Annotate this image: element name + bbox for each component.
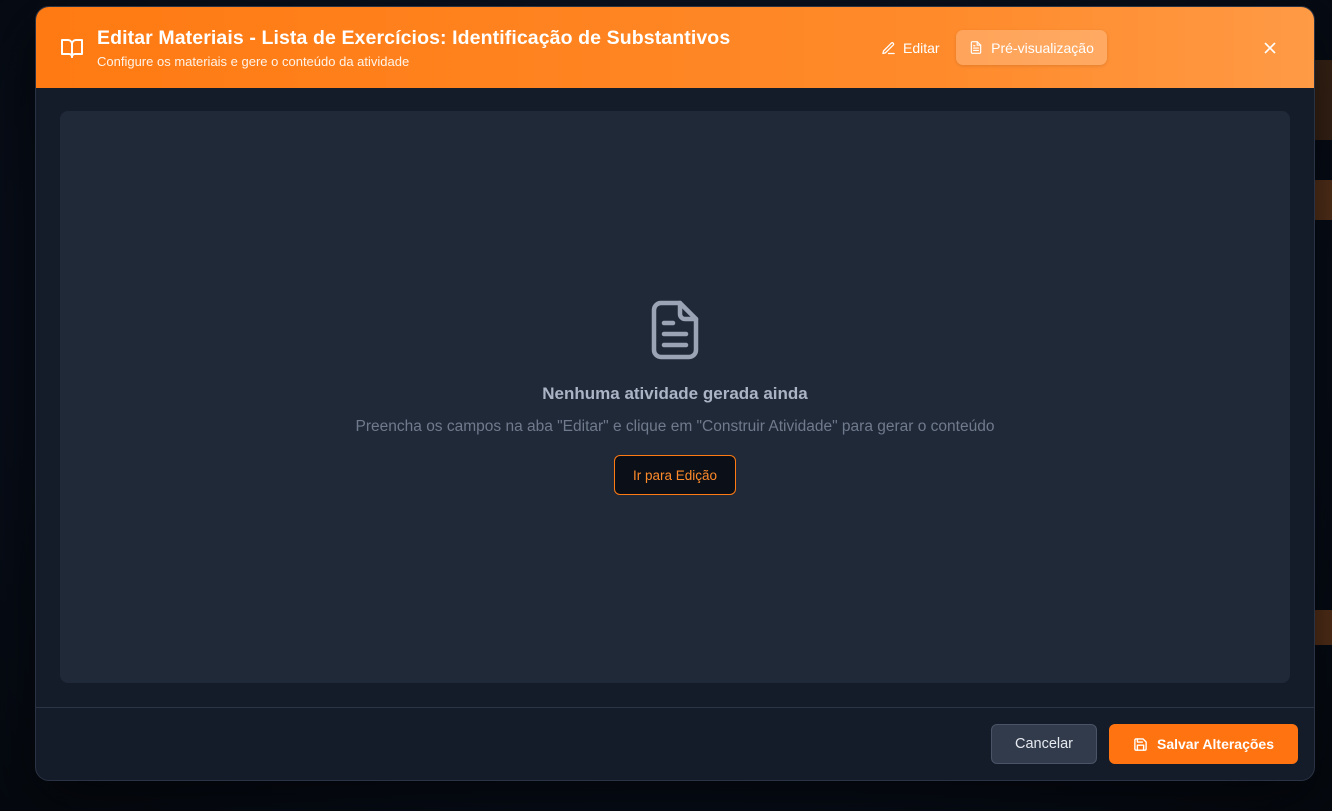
close-button[interactable] <box>1258 36 1282 60</box>
file-text-icon <box>647 298 703 362</box>
modal-subtitle: Configure os materiais e gere o conteúdo… <box>97 54 410 69</box>
tab-edit[interactable]: Editar <box>871 31 950 65</box>
background-element <box>1312 60 1332 140</box>
tab-edit-label: Editar <box>903 40 940 56</box>
background-element <box>1312 610 1332 645</box>
edit-materials-modal: Editar Materiais - Lista de Exercícios: … <box>35 6 1315 781</box>
file-text-icon <box>969 40 983 55</box>
cancel-button[interactable]: Cancelar <box>991 724 1097 764</box>
tab-preview-label: Pré-visualização <box>991 39 1094 56</box>
empty-state-description: Preencha os campos na aba "Editar" e cli… <box>355 418 995 435</box>
background-element <box>1312 180 1332 220</box>
footer-divider <box>36 707 1314 708</box>
go-to-edit-button[interactable]: Ir para Edição <box>614 455 736 495</box>
pencil-icon <box>881 41 896 56</box>
save-button-label: Salvar Alterações <box>1157 736 1274 752</box>
close-icon <box>1261 39 1279 57</box>
save-icon <box>1133 737 1148 752</box>
modal-header: Editar Materiais - Lista de Exercícios: … <box>36 7 1314 88</box>
tab-preview[interactable]: Pré-visualização <box>956 30 1107 65</box>
save-button[interactable]: Salvar Alterações <box>1109 724 1298 764</box>
empty-state-title: Nenhuma atividade gerada ainda <box>542 384 808 403</box>
preview-panel: Nenhuma atividade gerada ainda Preencha … <box>60 111 1290 683</box>
modal-title: Editar Materiais - Lista de Exercícios: … <box>97 27 731 49</box>
book-open-icon <box>60 36 84 60</box>
